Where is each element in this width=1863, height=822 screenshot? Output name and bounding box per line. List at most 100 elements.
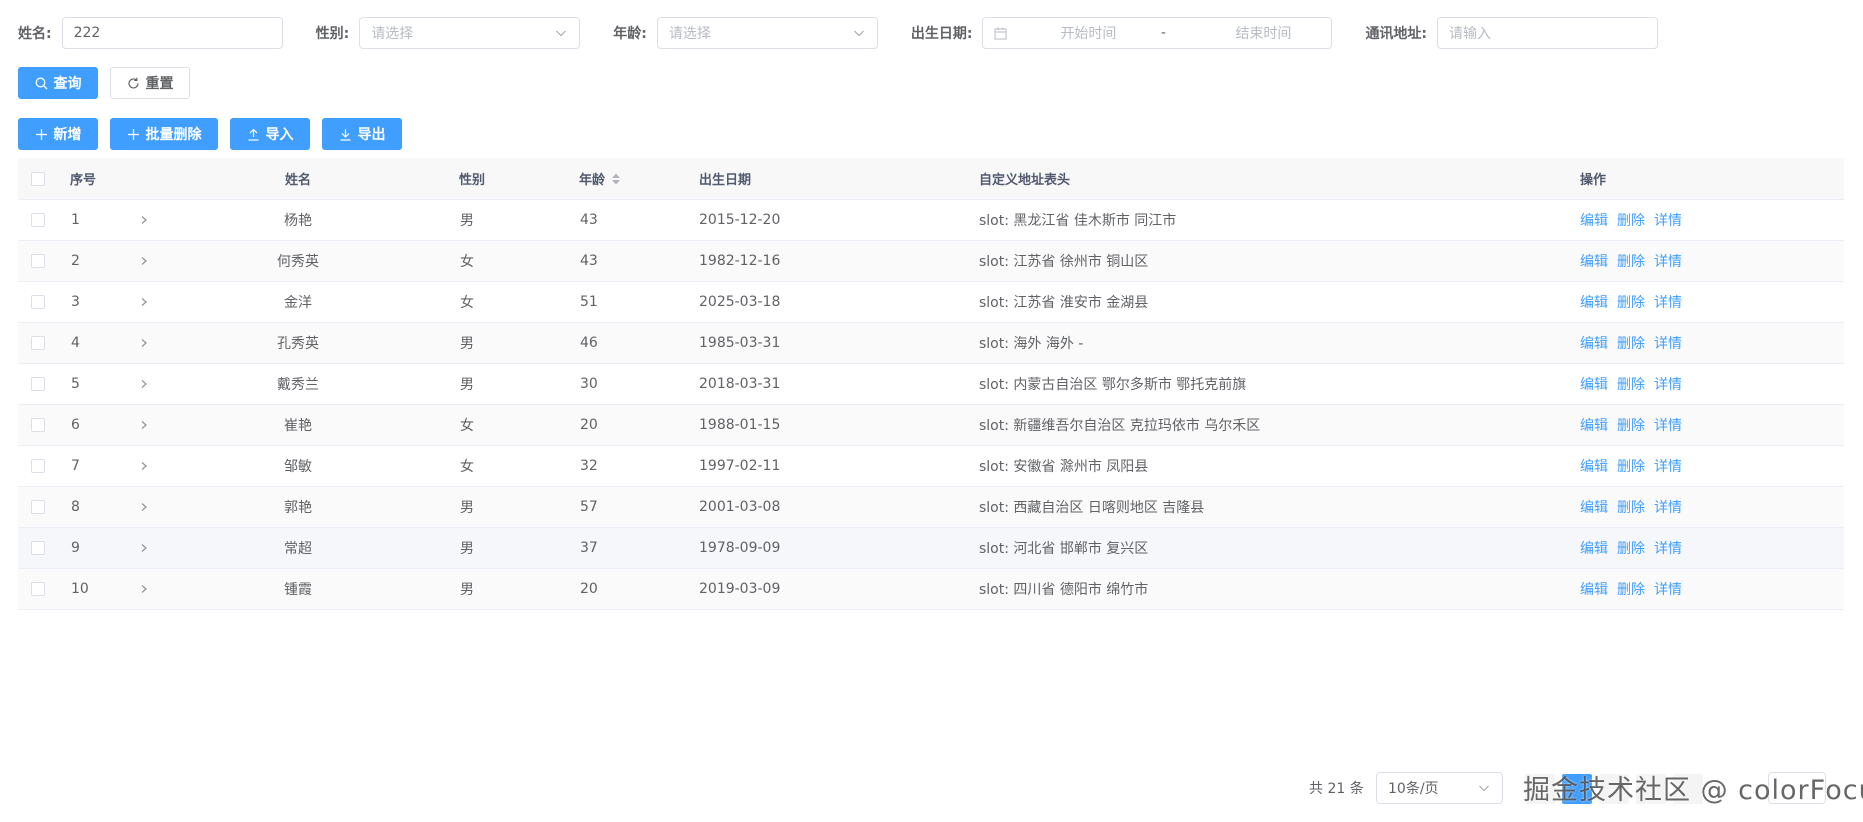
row-checkbox[interactable] [31, 213, 45, 227]
edit-link[interactable]: 编辑 [1580, 456, 1608, 476]
cell-actions: 编辑 删除 详情 [1580, 405, 1691, 445]
expand-row-toggle[interactable] [139, 241, 149, 281]
detail-link[interactable]: 详情 [1654, 456, 1682, 476]
delete-link[interactable]: 删除 [1617, 251, 1645, 271]
edit-link[interactable]: 编辑 [1580, 579, 1608, 599]
detail-link[interactable]: 详情 [1654, 292, 1682, 312]
row-checkbox[interactable] [31, 541, 45, 555]
row-select-cell [31, 528, 45, 568]
cell-actions: 编辑 删除 详情 [1580, 200, 1691, 240]
header-address: 自定义地址表头 [979, 173, 1071, 188]
name-input[interactable]: 222 [61, 17, 283, 49]
page-size-select[interactable]: 10条/页 [1376, 772, 1503, 804]
detail-link[interactable]: 详情 [1654, 415, 1682, 435]
expand-row-toggle[interactable] [139, 528, 149, 568]
expand-row-toggle[interactable] [139, 487, 149, 527]
delete-link[interactable]: 删除 [1617, 415, 1645, 435]
detail-link[interactable]: 详情 [1654, 538, 1682, 558]
delete-link[interactable]: 删除 [1617, 292, 1645, 312]
edit-link[interactable]: 编辑 [1580, 210, 1608, 230]
birthdate-range-picker[interactable]: 开始时间 - 结束时间 [982, 17, 1333, 49]
chevron-right-icon [141, 216, 147, 224]
expand-row-toggle[interactable] [139, 364, 149, 404]
table-row[interactable]: 6 崔艳 女 20 1988-01-15 slot: 新疆维吾尔自治区 克拉玛依市 乌尔禾… [18, 405, 1844, 446]
row-checkbox[interactable] [31, 459, 45, 473]
delete-link[interactable]: 删除 [1617, 497, 1645, 517]
edit-link[interactable]: 编辑 [1580, 497, 1608, 517]
delete-link[interactable]: 删除 [1617, 210, 1645, 230]
table-row[interactable]: 7 邹敏 女 32 1997-02-11 slot: 安徽省 滁州市 凤阳县 编辑 删除 详情 [18, 446, 1844, 487]
cell-address: slot: 安徽省 滁州市 凤阳县 [979, 459, 1149, 475]
row-checkbox[interactable] [31, 254, 45, 268]
expand-row-toggle[interactable] [139, 323, 149, 363]
row-checkbox[interactable] [31, 377, 45, 391]
upload-icon [248, 128, 258, 141]
address-input[interactable]: 请输入 [1437, 17, 1659, 49]
table-body: 1 杨艳男 43 2015-12-20 slot: 黑龙江省 佳木斯市 同江市 编辑 删除详… [18, 200, 1844, 610]
edit-link[interactable]: 编辑 [1580, 292, 1608, 312]
end-date-placeholder[interactable]: 结束时间 [1218, 23, 1308, 43]
delete-link[interactable]: 删除 [1617, 579, 1645, 599]
delete-link[interactable]: 删除 [1617, 374, 1645, 394]
filter-name-label: 姓名: [18, 26, 52, 42]
edit-link[interactable]: 编辑 [1580, 415, 1608, 435]
cell-address: slot: 四川省 德阳市 绵竹市 [979, 582, 1149, 598]
edit-link[interactable]: 编辑 [1580, 333, 1608, 353]
detail-link[interactable]: 详情 [1654, 579, 1682, 599]
cell-actions: 编辑 删除 详情 [1580, 446, 1691, 486]
delete-link[interactable]: 删除 [1617, 456, 1645, 476]
row-checkbox[interactable] [31, 418, 45, 432]
table-row[interactable]: 1 杨艳 男 43 2015-12-20 slot: 黑龙江省 佳木斯市 同江市 编辑 删除详… [18, 200, 1844, 241]
edit-link[interactable]: 编辑 [1580, 538, 1608, 558]
cell-age: 57 [580, 499, 598, 515]
cell-actions: 编辑 删除 详情 [1580, 364, 1691, 404]
detail-link[interactable]: 详情 [1654, 333, 1682, 353]
import-button[interactable]: 导入 [230, 118, 310, 150]
table-row[interactable]: 10 锺霞 男 20 2019-03-09 slot: 四川省 德阳市 绵竹市 编辑 删除 详情 [18, 569, 1844, 610]
total-count: 共 21 条 [1309, 781, 1364, 797]
row-checkbox[interactable] [31, 582, 45, 596]
add-button[interactable]: 新增 [18, 118, 98, 150]
row-checkbox[interactable] [31, 336, 45, 350]
cell-age: 37 [580, 540, 598, 556]
expand-row-toggle[interactable] [139, 282, 149, 322]
row-select-cell [31, 200, 45, 240]
delete-link[interactable]: 删除 [1617, 333, 1645, 353]
select-all-checkbox[interactable] [31, 171, 45, 186]
chevron-right-icon [141, 462, 147, 470]
chevron-right-icon [141, 544, 147, 552]
table-row[interactable]: 9 常超 男 37 1978-09-09 slot: 河北省 邯郸市 复兴区 编辑 删除 详情 [18, 528, 1844, 569]
edit-link[interactable]: 编辑 [1580, 374, 1608, 394]
expand-row-toggle[interactable] [139, 200, 149, 240]
cell-age: 30 [580, 376, 598, 392]
expand-row-toggle[interactable] [139, 569, 149, 609]
age-select[interactable]: 请选择 [656, 17, 878, 49]
detail-link[interactable]: 详情 [1654, 374, 1682, 394]
batch-delete-button[interactable]: 批量删除 [110, 118, 218, 150]
detail-link[interactable]: 详情 [1654, 210, 1682, 230]
table-row[interactable]: 2 何秀英 女 43 1982-12-16 slot: 江苏省 徐州市 铜山区 编辑 删除 详情 [18, 241, 1844, 282]
row-checkbox[interactable] [31, 500, 45, 514]
cell-address: slot: 海外 海外 - [979, 336, 1084, 352]
cell-address: slot: 河北省 邯郸市 复兴区 [979, 541, 1149, 557]
expand-row-toggle[interactable] [139, 405, 149, 445]
table-row[interactable]: 5 戴秀兰 男 30 2018-03-31 slot: 内蒙古自治区 鄂尔多斯市 鄂托克前… [18, 364, 1844, 405]
expand-row-toggle[interactable] [139, 446, 149, 486]
sort-caret-icon[interactable] [611, 172, 621, 186]
reset-button[interactable]: 重置 [110, 67, 190, 99]
start-date-placeholder[interactable]: 开始时间 [1043, 23, 1133, 43]
detail-link[interactable]: 详情 [1654, 497, 1682, 517]
table-row[interactable]: 3 金洋 女 51 2025-03-18 slot: 江苏省 淮安市 金湖县 编辑 删除 详情 [18, 282, 1844, 323]
delete-link[interactable]: 删除 [1617, 538, 1645, 558]
detail-link[interactable]: 详情 [1654, 251, 1682, 271]
table-row[interactable]: 4 孔秀英 男 46 1985-03-31 slot: 海外 海外 - 编辑 删除 详情 [18, 323, 1844, 364]
cell-birthdate: 2018-03-31 [699, 376, 781, 392]
row-checkbox[interactable] [31, 295, 45, 309]
table-row[interactable]: 8 郭艳 男 57 2001-03-08 slot: 西藏自治区 日喀则地区 吉隆县 编辑删… [18, 487, 1844, 528]
edit-link[interactable]: 编辑 [1580, 251, 1608, 271]
query-button[interactable]: 查询 [18, 67, 98, 99]
calendar-icon [994, 27, 1007, 40]
header-age[interactable]: 年龄 [579, 158, 621, 199]
export-button[interactable]: 导出 [322, 118, 402, 150]
gender-select[interactable]: 请选择 [359, 17, 581, 49]
